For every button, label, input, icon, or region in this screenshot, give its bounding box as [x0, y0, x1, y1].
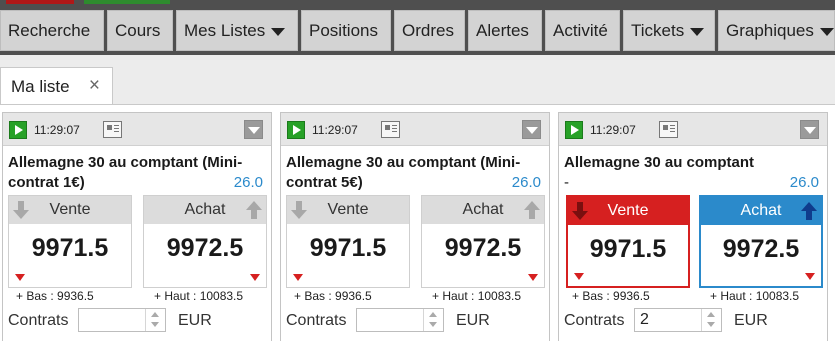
change-value: 26.0	[789, 174, 819, 191]
play-icon[interactable]	[9, 121, 27, 139]
arrow-up-icon	[524, 201, 540, 219]
arrow-up-icon	[801, 202, 817, 220]
menu-mes-listes[interactable]: Mes Listes	[176, 10, 298, 51]
buy-price: 9972.5	[722, 235, 800, 263]
update-time: 11:29:07	[34, 123, 80, 137]
instrument-panel-2: 11:29:07 Allemagne 30 au comptant (Mini-…	[280, 112, 550, 341]
triangle-down-icon	[805, 273, 815, 280]
quantity-stepper[interactable]	[356, 308, 444, 332]
high-value: + Haut : 10083.5	[432, 289, 522, 303]
panel-header: 11:29:07	[281, 113, 549, 146]
triangle-down-icon	[293, 274, 303, 281]
instrument-title: Allemagne 30 au comptant	[564, 154, 755, 171]
low-value: + Bas : 9936.5	[294, 289, 372, 303]
news-icon[interactable]	[659, 121, 678, 138]
buy-price: 9972.5	[444, 234, 522, 262]
chevron-down-icon	[690, 27, 705, 36]
instrument-title-line2: contrat 1€)	[8, 174, 85, 191]
change-value: 26.0	[511, 174, 541, 191]
menu-cours[interactable]: Cours	[107, 10, 173, 51]
menu-alertes[interactable]: Alertes	[468, 10, 542, 51]
tab-strip: Ma liste ×	[0, 55, 835, 105]
play-icon[interactable]	[287, 121, 305, 139]
menu-activite[interactable]: Activité	[545, 10, 620, 51]
currency-label: EUR	[456, 312, 490, 329]
menu-graphiques[interactable]: Graphiques	[718, 10, 835, 51]
menu-ordres[interactable]: Ordres	[394, 10, 465, 51]
panel-dropdown-button[interactable]	[800, 120, 819, 139]
quantity-value: 2	[640, 311, 649, 328]
update-time: 11:29:07	[312, 123, 358, 137]
arrow-up-icon	[246, 201, 262, 219]
change-value: 26.0	[233, 174, 263, 191]
active-indicator-red	[6, 0, 74, 4]
panel-header: 11:29:07	[3, 113, 271, 146]
instrument-title-line2: contrat 5€)	[286, 174, 363, 191]
panel-dropdown-button[interactable]	[522, 120, 541, 139]
tab-divider	[0, 104, 835, 105]
high-value: + Haut : 10083.5	[710, 289, 800, 303]
update-time: 11:29:07	[590, 123, 636, 137]
triangle-down-icon	[250, 274, 260, 281]
sell-price: 9971.5	[589, 235, 667, 263]
chevron-down-icon	[819, 27, 834, 36]
instrument-title: Allemagne 30 au comptant (Mini-	[286, 154, 521, 171]
low-value: + Bas : 9936.5	[16, 289, 94, 303]
triangle-down-icon	[528, 274, 538, 281]
chevron-down-icon	[271, 27, 286, 36]
triangle-down-icon	[574, 273, 584, 280]
panel-dropdown-button[interactable]	[244, 120, 263, 139]
contracts-label: Contrats	[564, 312, 625, 329]
active-indicator-green	[84, 0, 170, 4]
close-icon[interactable]: ×	[89, 75, 100, 97]
sell-price: 9971.5	[309, 234, 387, 262]
instrument-panel-3: 11:29:07 Allemagne 30 au comptant - 26.0…	[558, 112, 828, 341]
buy-button[interactable]: Achat 9972.5	[143, 195, 267, 288]
menu-tickets[interactable]: Tickets	[623, 10, 715, 51]
quantity-stepper[interactable]	[78, 308, 166, 332]
instrument-panel-1: 11:29:07 Allemagne 30 au comptant (Mini-…	[2, 112, 272, 341]
buy-button[interactable]: Achat 9972.5	[421, 195, 545, 288]
high-value: + Haut : 10083.5	[154, 289, 244, 303]
stepper-arrows[interactable]	[423, 309, 443, 331]
menu-positions[interactable]: Positions	[301, 10, 391, 51]
news-icon[interactable]	[381, 121, 400, 138]
contracts-label: Contrats	[8, 312, 69, 329]
quantity-stepper[interactable]: 2	[634, 308, 722, 332]
sell-price: 9971.5	[31, 234, 109, 262]
sell-button[interactable]: Vente 9971.5	[8, 195, 132, 288]
contracts-label: Contrats	[286, 312, 347, 329]
buy-button[interactable]: Achat 9972.5	[699, 195, 823, 288]
panel-header: 11:29:07	[559, 113, 827, 146]
instrument-title-line2: -	[564, 174, 569, 191]
news-icon[interactable]	[103, 121, 122, 138]
triangle-down-icon	[15, 274, 25, 281]
buy-price: 9972.5	[166, 234, 244, 262]
arrow-down-icon	[13, 201, 29, 219]
tab-ma-liste[interactable]: Ma liste ×	[0, 67, 113, 105]
play-icon[interactable]	[565, 121, 583, 139]
currency-label: EUR	[734, 312, 768, 329]
sell-button[interactable]: Vente 9971.5	[286, 195, 410, 288]
arrow-down-icon	[291, 201, 307, 219]
arrow-down-icon	[572, 202, 588, 220]
low-value: + Bas : 9936.5	[572, 289, 650, 303]
instrument-title: Allemagne 30 au comptant (Mini-	[8, 154, 243, 171]
stepper-arrows[interactable]	[145, 309, 165, 331]
menu-recherche[interactable]: Recherche	[0, 10, 104, 51]
top-menu-bar: Recherche Cours Mes Listes Positions Ord…	[0, 0, 835, 55]
sell-button[interactable]: Vente 9971.5	[566, 195, 690, 288]
stepper-arrows[interactable]	[701, 309, 721, 331]
currency-label: EUR	[178, 312, 212, 329]
